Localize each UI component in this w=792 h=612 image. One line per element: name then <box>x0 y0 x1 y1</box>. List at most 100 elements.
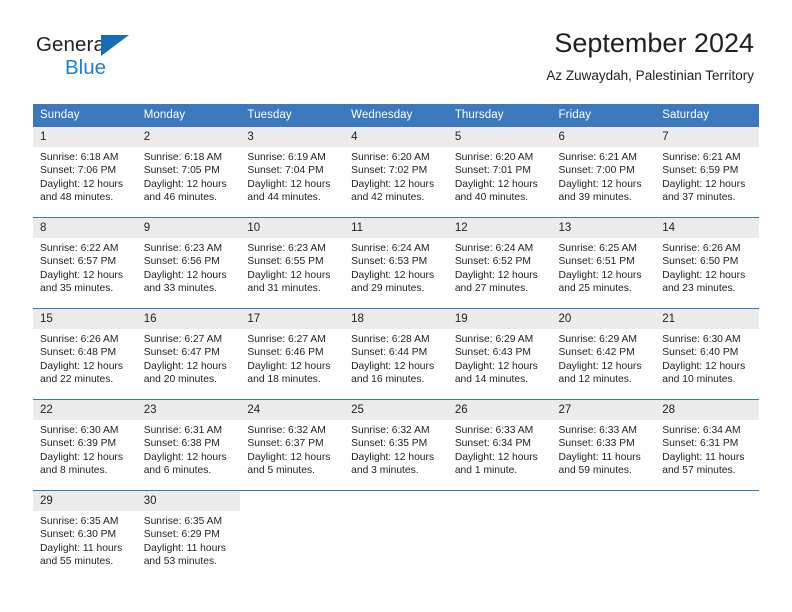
calendar-day-cell[interactable]: 17 Sunrise: 6:27 AM Sunset: 6:46 PM Dayligh… <box>240 308 345 391</box>
sunset-time: Sunset: 6:47 PM <box>143 347 220 359</box>
day-number: 8 <box>33 218 137 238</box>
calendar-day-cell[interactable]: 15 Sunrise: 6:26 AM Sunset: 6:48 PM Dayligh… <box>33 308 137 391</box>
daylight-duration-line1: Daylight: 12 hours <box>247 178 331 190</box>
calendar-day-cell[interactable]: 1 Sunrise: 6:18 AM Sunset: 7:06 PM Daylight… <box>33 126 137 209</box>
calendar-day-cell[interactable]: 21 Sunrise: 6:30 AM Sunset: 6:40 PM Dayligh… <box>655 308 759 391</box>
day-details <box>448 511 552 515</box>
day-number: 19 <box>447 309 552 329</box>
week-spacer-cell <box>33 482 759 491</box>
day-cell-inner: 11 Sunrise: 6:24 AM Sunset: 6:53 PM Dayligh… <box>344 218 448 300</box>
sunset-time: Sunset: 6:33 PM <box>558 438 635 450</box>
page-title: September 2024 <box>554 28 754 58</box>
sunset-time: Sunset: 7:06 PM <box>40 165 117 177</box>
calendar-day-cell[interactable]: 19 Sunrise: 6:29 AM Sunset: 6:43 PM Dayligh… <box>447 308 552 391</box>
calendar-day-cell[interactable]: 12 Sunrise: 6:24 AM Sunset: 6:52 PM Dayligh… <box>447 217 552 300</box>
sunrise-time: Sunrise: 6:18 AM <box>40 152 119 163</box>
calendar-day-cell[interactable]: 27 Sunrise: 6:33 AM Sunset: 6:33 PM Dayligh… <box>551 399 656 482</box>
calendar-day-cell <box>240 490 345 573</box>
sunrise-time: Sunrise: 6:30 AM <box>662 334 741 345</box>
day-details <box>240 511 344 515</box>
day-number <box>655 491 759 511</box>
daylight-duration-line2: and 48 minutes. <box>40 191 114 203</box>
calendar-day-cell[interactable]: 3 Sunrise: 6:19 AM Sunset: 7:04 PM Daylight… <box>240 126 345 209</box>
day-details: Sunrise: 6:24 AM Sunset: 6:53 PM Daylight:… <box>344 238 448 295</box>
sunrise-time: Sunrise: 6:29 AM <box>454 334 534 345</box>
day-details: Sunrise: 6:27 AM Sunset: 6:46 PM Daylight:… <box>240 329 344 386</box>
general-blue-logo: General Blue <box>36 33 206 85</box>
calendar-day-cell[interactable]: 6 Sunrise: 6:21 AM Sunset: 7:00 PM Daylight… <box>551 126 656 209</box>
sunrise-time: Sunrise: 6:26 AM <box>40 334 119 345</box>
calendar-day-cell[interactable]: 13 Sunrise: 6:25 AM Sunset: 6:51 PM Dayligh… <box>551 217 656 300</box>
sunrise-time: Sunrise: 6:35 AM <box>40 516 119 527</box>
daylight-duration-line1: Daylight: 12 hours <box>662 178 746 190</box>
daylight-duration-line1: Daylight: 12 hours <box>558 269 642 281</box>
sunrise-time: Sunrise: 6:33 AM <box>558 425 637 436</box>
sunrise-time: Sunrise: 6:23 AM <box>143 243 223 254</box>
day-cell-inner: 25 Sunrise: 6:32 AM Sunset: 6:35 PM Dayligh… <box>344 400 448 482</box>
weekday-header-monday: Monday <box>136 104 241 127</box>
calendar-day-cell[interactable]: 20 Sunrise: 6:29 AM Sunset: 6:42 PM Dayligh… <box>551 308 656 391</box>
calendar-day-cell[interactable]: 11 Sunrise: 6:24 AM Sunset: 6:53 PM Dayligh… <box>344 217 448 300</box>
sunrise-time: Sunrise: 6:20 AM <box>454 152 534 163</box>
calendar-day-cell[interactable]: 30 Sunrise: 6:35 AM Sunset: 6:29 PM Dayligh… <box>136 490 241 573</box>
calendar-day-cell[interactable]: 4 Sunrise: 6:20 AM Sunset: 7:02 PM Daylight… <box>344 126 448 209</box>
daylight-duration-line1: Daylight: 12 hours <box>454 178 538 190</box>
daylight-duration-line1: Daylight: 12 hours <box>351 269 435 281</box>
day-cell-inner: 23 Sunrise: 6:31 AM Sunset: 6:38 PM Dayligh… <box>136 400 241 482</box>
calendar-day-cell[interactable]: 8 Sunrise: 6:22 AM Sunset: 6:57 PM Daylight… <box>33 217 137 300</box>
sunrise-time: Sunrise: 6:21 AM <box>558 152 637 163</box>
week-spacer-cell <box>33 391 759 400</box>
calendar-day-cell[interactable]: 23 Sunrise: 6:31 AM Sunset: 6:38 PM Dayligh… <box>136 399 241 482</box>
calendar-day-cell[interactable]: 10 Sunrise: 6:23 AM Sunset: 6:55 PM Dayligh… <box>240 217 345 300</box>
calendar-day-cell[interactable]: 25 Sunrise: 6:32 AM Sunset: 6:35 PM Dayligh… <box>344 399 448 482</box>
calendar-day-cell[interactable]: 16 Sunrise: 6:27 AM Sunset: 6:47 PM Dayligh… <box>136 308 241 391</box>
day-details: Sunrise: 6:20 AM Sunset: 7:02 PM Daylight:… <box>344 147 448 204</box>
sunrise-time: Sunrise: 6:32 AM <box>351 425 430 436</box>
daylight-duration-line1: Daylight: 12 hours <box>143 451 227 463</box>
calendar-day-cell[interactable]: 22 Sunrise: 6:30 AM Sunset: 6:39 PM Dayligh… <box>33 399 137 482</box>
day-number: 11 <box>344 218 448 238</box>
day-cell-inner: 14 Sunrise: 6:26 AM Sunset: 6:50 PM Dayligh… <box>655 218 759 300</box>
daylight-duration-line2: and 16 minutes. <box>351 373 425 385</box>
day-cell-inner: 19 Sunrise: 6:29 AM Sunset: 6:43 PM Dayligh… <box>447 309 552 391</box>
calendar-day-cell[interactable]: 9 Sunrise: 6:23 AM Sunset: 6:56 PM Daylight… <box>136 217 241 300</box>
day-cell-inner <box>344 491 448 573</box>
sunrise-time: Sunrise: 6:28 AM <box>351 334 430 345</box>
daylight-duration-line2: and 6 minutes. <box>143 464 212 476</box>
daylight-duration-line1: Daylight: 12 hours <box>454 269 538 281</box>
logo-triangle-icon <box>101 35 129 56</box>
calendar-day-cell[interactable]: 2 Sunrise: 6:18 AM Sunset: 7:05 PM Daylight… <box>136 126 241 209</box>
sunset-time: Sunset: 6:35 PM <box>351 438 428 450</box>
sunrise-time: Sunrise: 6:27 AM <box>143 334 223 345</box>
daylight-duration-line2: and 20 minutes. <box>143 373 217 385</box>
daylight-duration-line2: and 37 minutes. <box>662 191 736 203</box>
day-details: Sunrise: 6:22 AM Sunset: 6:57 PM Daylight:… <box>33 238 137 295</box>
daylight-duration-line1: Daylight: 12 hours <box>247 451 331 463</box>
calendar-day-cell[interactable]: 7 Sunrise: 6:21 AM Sunset: 6:59 PM Daylight… <box>655 126 759 209</box>
day-number: 25 <box>344 400 448 420</box>
day-details: Sunrise: 6:32 AM Sunset: 6:35 PM Daylight:… <box>344 420 448 477</box>
day-details: Sunrise: 6:29 AM Sunset: 6:43 PM Daylight:… <box>448 329 552 386</box>
daylight-duration-line1: Daylight: 12 hours <box>143 360 227 372</box>
calendar-day-cell[interactable]: 14 Sunrise: 6:26 AM Sunset: 6:50 PM Dayligh… <box>655 217 759 300</box>
calendar-day-cell[interactable]: 5 Sunrise: 6:20 AM Sunset: 7:01 PM Daylight… <box>447 126 552 209</box>
day-number: 3 <box>240 127 345 147</box>
calendar-day-cell[interactable]: 28 Sunrise: 6:34 AM Sunset: 6:31 PM Dayligh… <box>655 399 759 482</box>
calendar-day-cell[interactable]: 18 Sunrise: 6:28 AM Sunset: 6:44 PM Dayligh… <box>344 308 448 391</box>
day-details <box>552 511 656 515</box>
calendar-week-row: 29 Sunrise: 6:35 AM Sunset: 6:30 PM Dayligh… <box>33 490 759 573</box>
calendar-page: General Blue September 2024 Az Zuwaydah,… <box>0 0 792 612</box>
calendar-day-cell[interactable]: 24 Sunrise: 6:32 AM Sunset: 6:37 PM Dayligh… <box>240 399 345 482</box>
day-number <box>344 491 448 511</box>
day-number: 20 <box>551 309 656 329</box>
sunset-time: Sunset: 6:50 PM <box>662 256 739 268</box>
daylight-duration-line2: and 23 minutes. <box>662 282 736 294</box>
day-details: Sunrise: 6:31 AM Sunset: 6:38 PM Daylight:… <box>137 420 241 477</box>
calendar-day-cell[interactable]: 26 Sunrise: 6:33 AM Sunset: 6:34 PM Dayligh… <box>447 399 552 482</box>
calendar-day-cell[interactable]: 29 Sunrise: 6:35 AM Sunset: 6:30 PM Dayligh… <box>33 490 137 573</box>
sunset-time: Sunset: 6:30 PM <box>40 529 117 541</box>
daylight-duration-line2: and 3 minutes. <box>351 464 419 476</box>
day-cell-inner: 30 Sunrise: 6:35 AM Sunset: 6:29 PM Dayligh… <box>136 491 241 573</box>
day-details: Sunrise: 6:26 AM Sunset: 6:48 PM Daylight:… <box>33 329 137 386</box>
week-spacer <box>33 209 759 218</box>
